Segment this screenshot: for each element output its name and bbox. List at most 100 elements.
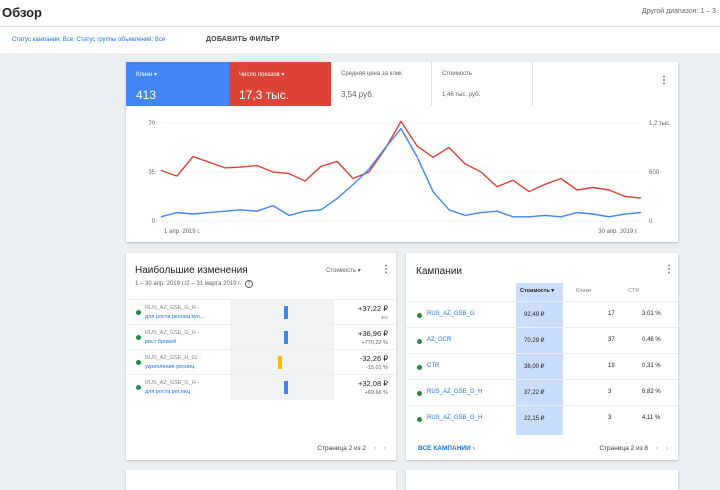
column-header-cost[interactable]: Стоимость ▾	[520, 288, 554, 294]
status-dot-icon	[136, 310, 141, 315]
add-filter-button[interactable]: ДОБАВИТЬ ФИЛЬТР	[206, 36, 280, 43]
date-comparison: 1 – 30 апр. 2019 г./2 – 31 марта 2019 г.…	[135, 280, 253, 288]
metric-avg-cpc[interactable]: Средняя цена за клик 3,54 руб.	[331, 62, 432, 106]
campaign-name[interactable]: CTR	[427, 363, 439, 369]
left-tick-label: 70	[148, 121, 155, 127]
all-campaigns-link[interactable]: ВСЕ КАМПАНИИ ›	[418, 445, 475, 452]
metric-label: Число показов ▾	[239, 72, 285, 78]
performance-card: Клики ▾ 413 Число показов ▾ 17,3 тыс. Ср…	[126, 62, 678, 242]
status-dot-icon	[417, 365, 422, 370]
campaign-cost: 37,22 ₽	[524, 390, 545, 396]
chevron-right-icon: ›	[472, 445, 475, 452]
status-dot-icon	[417, 391, 422, 396]
page-title: Обзор	[2, 5, 42, 20]
campaign-cost: 92,49 ₽	[524, 312, 545, 318]
change-row[interactable]: RUS_AZ_GSE_H_01 - укрепление ресниц -32,26…	[126, 349, 396, 375]
change-row[interactable]: RUS_AZ_GSE_G_H - для роста ресниц куп... +…	[126, 299, 396, 325]
more-vert-icon[interactable]: ⋮	[659, 76, 669, 86]
performance-chart: 70 1,2 тыс. 35 600 0 0 1 апр. 2019 г. 30 апр. 2…	[148, 120, 671, 235]
campaign-name[interactable]: AZ_GCR	[427, 337, 451, 343]
row-delta: +770,22 %	[361, 340, 388, 346]
campaign-clicks: 3	[608, 389, 612, 395]
campaign-clicks: 3	[608, 415, 612, 421]
campaign-name[interactable]: RUS_AZ_GSE_G_H	[427, 389, 482, 395]
campaign-cost: 38,00 ₽	[524, 364, 545, 370]
column-header-ctr[interactable]: CTR	[628, 288, 639, 294]
metric-value: 3,54 руб.	[341, 90, 375, 99]
metric-dropdown[interactable]: Стоимость ▾	[326, 267, 361, 274]
status-dot-icon	[417, 313, 422, 318]
campaign-ctr: 6,82 %	[642, 389, 661, 395]
row-value: +36,96 ₽	[357, 329, 388, 338]
x-start-label: 1 апр. 2019 г.	[164, 229, 201, 235]
more-vert-icon[interactable]: ⋮	[381, 265, 391, 275]
row-delta: +69,66 %	[364, 390, 388, 396]
campaign-cost: 22,15 ₽	[524, 416, 545, 422]
metric-cost[interactable]: Стоимость 1,46 тыс. руб.	[432, 62, 533, 106]
right-tick-label: 1,2 тыс.	[649, 121, 671, 127]
series-line-impressions	[160, 120, 642, 199]
biggest-changes-card: Наибольшие изменения 1 – 30 апр. 2019 г.…	[126, 253, 396, 460]
metric-value: 413	[136, 88, 157, 102]
row-line2[interactable]: для роста ресниц	[145, 389, 190, 395]
change-row[interactable]: RUS_AZ_GSE_G_H - рост бровей +36,96 ₽ +770,…	[126, 324, 396, 350]
campaign-row[interactable]: RUS_AZ_GSE_G_H 37,22 ₽ 3 6,82 %	[406, 379, 678, 406]
campaign-clicks: 37	[608, 337, 615, 343]
campaigns-card: Кампании ⋮ Стоимость ▾ Клики CTR RUS_AZ_…	[406, 253, 678, 460]
row-line1: RUS_AZ_GSE_H_01 -	[145, 355, 201, 361]
change-row[interactable]: RUS_AZ_GSE_G_H - для роста ресниц +32,08 ₽…	[126, 374, 396, 400]
campaign-ctr: 4,11 %	[642, 415, 661, 421]
row-line2[interactable]: укрепление ресниц	[145, 364, 194, 370]
row-value: +37,22 ₽	[357, 304, 388, 313]
pager-text: Страница 2 из 8	[599, 445, 649, 452]
change-bar	[284, 381, 288, 394]
more-vert-icon[interactable]: ⋮	[664, 265, 674, 275]
x-end-label: 30 апр. 2019 г.	[598, 229, 638, 235]
campaign-name[interactable]: RUS_AZ_GSB_G_H	[427, 415, 482, 421]
change-bar	[284, 306, 288, 319]
campaign-row[interactable]: CTR 38,00 ₽ 19 0,31 %	[406, 353, 678, 380]
campaign-row[interactable]: RUS_AZ_GSB_G_H 22,15 ₽ 3 4,11 %	[406, 405, 678, 432]
pager-text: Страница 2 из 2	[317, 445, 367, 452]
status-dot-icon	[136, 360, 141, 365]
row-delta: +∞	[380, 315, 388, 321]
campaign-name[interactable]: RUS_AZ_GSB_G	[427, 311, 475, 317]
campaign-cost: 70,29 ₽	[524, 338, 545, 344]
row-value: -32,26 ₽	[359, 354, 388, 363]
status-dot-icon	[417, 417, 422, 422]
filter-bar: Статус кампании: Все; Статус группы объя…	[0, 27, 720, 53]
chevron-left-icon[interactable]: ‹	[374, 445, 376, 452]
pager: Страница 2 из 2 ‹ ›	[317, 445, 386, 452]
help-icon[interactable]: ?	[244, 280, 253, 288]
pager: Страница 2 из 8 ‹ ›	[599, 445, 668, 452]
metric-label: Стоимость	[442, 71, 473, 77]
row-delta: -15,01 %	[365, 365, 388, 371]
metric-value: 17,3 тыс.	[239, 88, 290, 102]
bottom-card-left	[126, 470, 396, 490]
metric-impressions[interactable]: Число показов ▾ 17,3 тыс.	[229, 62, 331, 106]
chevron-left-icon[interactable]: ‹	[656, 445, 658, 452]
bar-track	[230, 350, 334, 375]
card-title: Кампании	[416, 266, 462, 277]
right-tick-label: 0	[649, 219, 653, 225]
campaign-ctr: 3,01 %	[642, 311, 661, 317]
active-filters[interactable]: Статус кампании: Все; Статус группы объя…	[12, 37, 165, 43]
column-header-clicks[interactable]: Клики	[576, 288, 591, 294]
date-range-selector[interactable]: Другой диапазон: 1 – 3	[642, 8, 716, 15]
row-line2[interactable]: рост бровей	[145, 339, 176, 345]
bottom-card-right	[406, 470, 678, 490]
all-campaigns-label: ВСЕ КАМПАНИИ	[418, 445, 471, 452]
chevron-right-icon[interactable]: ›	[666, 445, 668, 452]
row-line1: RUS_AZ_GSE_G_H -	[145, 330, 200, 336]
right-tick-label: 600	[649, 170, 660, 176]
bar-track	[230, 375, 334, 400]
campaign-row[interactable]: AZ_GCR 70,29 ₽ 37 0,46 %	[406, 327, 678, 354]
campaign-row[interactable]: RUS_AZ_GSB_G 92,49 ₽ 17 3,01 %	[406, 301, 678, 328]
metric-clicks[interactable]: Клики ▾ 413	[126, 62, 229, 106]
bar-track	[230, 325, 334, 350]
metric-value: 1,46 тыс. руб.	[442, 92, 481, 98]
campaign-clicks: 19	[608, 363, 615, 369]
row-value: +32,08 ₽	[357, 379, 388, 388]
chevron-right-icon[interactable]: ›	[384, 445, 386, 452]
row-line2[interactable]: для роста ресниц куп...	[145, 314, 204, 320]
